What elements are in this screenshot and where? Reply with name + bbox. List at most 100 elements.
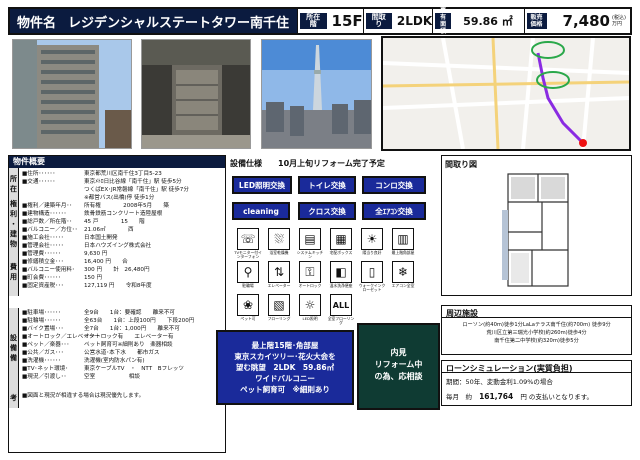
overview-row-label: ■町会費･･････	[22, 275, 61, 281]
loan-title: ローンシミュレーション(実質負担)	[442, 361, 631, 373]
side-label-rights: 権利・建物	[9, 200, 19, 248]
overview-row-value: 9,630 円	[84, 251, 108, 257]
bicycle-icon: ⚲	[237, 261, 259, 283]
overview-row-value: 日本ハウズイング株式会社	[84, 243, 152, 249]
overview-row: ■公共／ガス･･･ 公営水道･本下水 都市ガス	[22, 349, 225, 357]
side-label-location: 所在	[9, 168, 19, 200]
icon-caption: フローリング	[267, 316, 291, 321]
overview-row-label: ■図面と現況が相違する場合は現況優先します。	[22, 393, 145, 399]
overview-row-label: ■住所･･････	[22, 171, 56, 177]
skytree-view-photo	[261, 39, 372, 149]
overview-row-value: 日本国土開発	[84, 235, 118, 241]
overview-row-label: ■洗濯機･･････	[22, 358, 61, 364]
overview-row-label: ■バルコニー使用料･	[22, 267, 75, 273]
overview-row-value: 空室 相談	[84, 374, 140, 380]
all-floor-icon: ALL	[330, 294, 352, 316]
overview-row-value: 21.06㎡ 西	[84, 227, 134, 233]
overview-row-value: 洗濯機(室内防水パン有)	[84, 358, 145, 364]
overview-row: ■権利／建築年月･･ 所有権 2008年5月 築	[22, 202, 225, 210]
overview-row-label: ■修繕積立金･･･	[22, 259, 64, 265]
feature-highlight-box: 最上階15階･角部屋 東京スカイツリー･花火大会を 望む眺望 2LDK 59.8…	[216, 330, 354, 405]
overview-row: ■管理会社･････ 日本ハウズイング株式会社	[22, 242, 225, 250]
icon-caption: 全室フローリング	[327, 316, 355, 325]
overview-row: ■施工会社･････ 日本国土開発	[22, 234, 225, 242]
overview-row: ※都営バス(出橋)停 徒歩1分	[22, 194, 225, 202]
overview-row-label: ■管理費･･････	[22, 251, 61, 257]
lock-icon: ⚿	[299, 261, 321, 283]
overview-row: ■TV･ネット環境･ 東京ケーブルTV ・ NTT Bフレッツ	[22, 365, 225, 373]
overview-row: ■図面と現況が相違する場合は現況優先します。	[22, 392, 225, 400]
overview-row: ■住所･･････ 東京都荒川区南千住3丁目5-23	[22, 170, 225, 178]
shower-icon: ⛆	[268, 228, 290, 250]
area-map	[381, 36, 631, 151]
overview-row: ■ペット／楽器･･･ ペット飼育可※細則あり 楽器相談	[22, 341, 225, 349]
overview-row-label: ■公共／ガス･･･	[22, 350, 64, 356]
overview-row: ■交通･･････ 東京ﾒﾄﾛ日比谷線「南千住」駅 徒歩5分	[22, 178, 225, 186]
overview-row-value: オートロック有 エレベーター有	[84, 334, 174, 340]
overview-row-value: ペット飼育可※細則あり 楽器相談	[84, 342, 173, 348]
loan-terms: 期間：50年、変動金利1.09%の場合	[446, 378, 553, 386]
overview-row: ■現況／引渡し･･ 空室 相談	[22, 373, 225, 381]
building-icon: ▥	[392, 228, 414, 250]
price-cell: 販売価格 7,480 (税込)万円	[523, 9, 630, 33]
overview-row-value: 127,119 円 令和8年度	[84, 283, 152, 289]
overview-row: ■洗濯機･･････ 洗濯機(室内防水パン有)	[22, 357, 225, 365]
loan-monthly-tail: 円 の支払いとなります。	[520, 393, 594, 401]
loan-monthly: 毎月 約 161,764 円 の支払いとなります。	[442, 389, 631, 403]
overview-row: つくばEX･JR常磐線「南千住」駅 徒歩7分	[22, 186, 225, 194]
overview-row-value: 16,400 円 合	[84, 259, 128, 265]
nearby-line-2: 荒川区立第三瑞光小学校(約260m)徒歩4分	[486, 330, 587, 336]
area-cell: 専有面積 59.86 ㎡	[432, 7, 523, 35]
icon-caption: エレベーター	[267, 283, 291, 288]
nearby-line-3: 南千住第二中学校(約320m)徒歩5分	[494, 338, 579, 344]
overview-row-value: 所有権 2008年5月 築	[84, 203, 169, 209]
overview-row: ■バイク置場･･･ 全7台 1台：1,000円 離来不可	[22, 325, 225, 333]
property-name-cell: 物件名 レジデンシャルステートタワー南千住	[10, 9, 298, 33]
icon-caption: ペット可	[240, 316, 256, 321]
nearby-panel: 周辺施設 ローソン(約40m)徒歩1分LaLaテラス南千住(約700m) 徒歩9…	[441, 305, 632, 355]
overview-row: ■修繕積立金･･･ 16,400 円 合	[22, 258, 225, 266]
entrance-photo	[141, 39, 251, 149]
icon-caption: 温水洗浄便座	[329, 283, 353, 288]
overview-row-value: 300 円 計 26,480円	[84, 267, 150, 273]
price-unit: (税込)万円	[612, 15, 626, 27]
aircon-icon: ❄	[392, 261, 414, 283]
overview-row	[22, 381, 225, 389]
layout-label: 間取り	[365, 13, 392, 29]
icon-caption: 最上階角部屋	[391, 250, 415, 255]
icon-caption: 浴室乾燥機	[269, 250, 289, 255]
layout-value: 2LDK	[396, 14, 433, 28]
viewing-notice-box: 内見 リフォーム中 の為、応相談	[357, 323, 440, 410]
overview-row: ■町会費･･････ 150 円	[22, 274, 225, 282]
overview-row-value: 公営水道･本下水 都市ガス	[84, 350, 160, 356]
floorplan-panel: 間取り図	[441, 155, 632, 296]
floor-icon: ▧	[268, 294, 290, 316]
loan-monthly-label: 毎月 約	[446, 393, 472, 401]
overview-row-label: ■総戸数／所在階･･	[22, 219, 73, 225]
overview-row: ■駐車場･･････ 全9台 1台：要確認 離来不可	[22, 309, 225, 317]
overview-row-value: ※都営バス(出橋)停 徒歩1分	[84, 195, 155, 201]
equipment-button: トイレ交換	[298, 176, 356, 194]
building-exterior-photo	[12, 39, 132, 149]
icon-caption: 駐輪場	[242, 283, 254, 288]
overview-row-label: ■オートロック／エレベーター	[22, 334, 101, 340]
price-label: 販売価格	[526, 13, 547, 29]
toilet-icon: ◧	[330, 261, 352, 283]
overview-row-label: ■施工会社･････	[22, 235, 64, 241]
overview-row-value: 東京ケーブルTV ・ NTT Bフレッツ	[84, 366, 184, 372]
overview-row-label: ■交通･･････	[22, 179, 56, 185]
icon-caption: ウォークインクローゼット	[358, 283, 386, 292]
equipment-button: コンロ交換	[362, 176, 426, 194]
kitchen-icon: ▤	[299, 228, 321, 250]
equipment-button: 全ｴｱｺﾝ交換	[362, 202, 426, 220]
icon-caption: TVモニター付インターフォン	[234, 250, 262, 259]
lighting-icon: ☼	[299, 294, 321, 316]
overview-row: ■バルコニー使用料･ 300 円 計 26,480円	[22, 266, 225, 274]
price-value: 7,480	[562, 12, 610, 30]
overview-row: ■バルコニー／方位･･ 21.06㎡ 西	[22, 226, 225, 234]
icon-caption: 宅配ボックス	[329, 250, 353, 255]
overview-row: ■総戸数／所在階･･ 45 戸 15 階	[22, 218, 225, 226]
floor-cell: 所在階 15F	[297, 9, 363, 33]
property-name: レジデンシャルステートタワー南千住	[68, 15, 290, 31]
sun-icon: ☀	[361, 228, 383, 250]
